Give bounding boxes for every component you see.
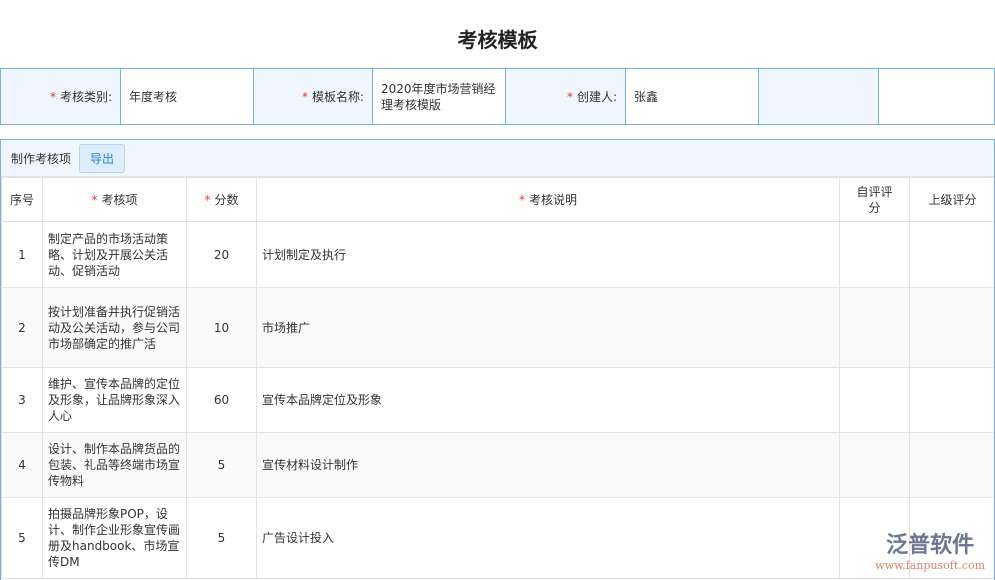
- row-score: 5: [186, 432, 257, 498]
- panel-toolbar: 制作考核项 导出: [1, 140, 994, 177]
- row-superior-score[interactable]: [909, 432, 994, 498]
- empty-field: [879, 69, 994, 124]
- row-self-score[interactable]: [839, 432, 910, 498]
- row-no: 3: [1, 367, 43, 433]
- logo-url: www.fanpusoft.com: [875, 559, 985, 572]
- creator-field[interactable]: 张鑫: [626, 69, 759, 124]
- row-desc: 广告设计投入: [256, 497, 840, 579]
- col-score: * 分数: [186, 177, 257, 222]
- row-score: 10: [186, 287, 257, 368]
- row-desc: 宣传材料设计制作: [256, 432, 840, 498]
- table-row: 2 按计划准备并执行促销活动及公关活动，参与公司市场部确定的推广活 10 市场推广: [1, 287, 994, 368]
- row-score: 5: [186, 497, 257, 579]
- row-desc: 计划制定及执行: [256, 221, 840, 288]
- template-form: * 考核类别: 年度考核 * 模板名称: 2020年度市场营销经理考核模版 * 创建人…: [0, 68, 995, 125]
- table-row: 1 制定产品的市场活动策略、计划及开展公关活动、促销活动 20 计划制定及执行: [1, 221, 994, 288]
- col-self: 自评评分: [839, 177, 910, 222]
- col-score-text: 分数: [214, 192, 239, 207]
- fanpusoft-logo: 泛普软件 www.fanpusoft.com: [875, 527, 985, 572]
- col-item-text: 考核项: [101, 192, 138, 207]
- table-row: 3 维护、宣传本品牌的定位及形象，让品牌形象深入人心 60 宣传本品牌定位及形象: [1, 367, 994, 433]
- creator-label-text: 创建人:: [576, 89, 617, 104]
- row-no: 5: [1, 497, 43, 579]
- row-item: 制定产品的市场活动策略、计划及开展公关活动、促销活动: [42, 221, 187, 288]
- row-item: 设计、制作本品牌货品的包装、礼品等终端市场宣传物料: [42, 432, 187, 498]
- logo-name: 泛普软件: [886, 533, 975, 558]
- row-score: 60: [186, 367, 257, 433]
- row-item: 按计划准备并执行促销活动及公关活动，参与公司市场部确定的推广活: [42, 287, 187, 368]
- col-superior: 上级评分: [909, 177, 994, 222]
- col-desc: * 考核说明: [256, 177, 840, 222]
- category-label-text: 考核类别:: [59, 89, 112, 104]
- export-button[interactable]: 导出: [79, 143, 126, 173]
- row-self-score[interactable]: [839, 367, 910, 433]
- category-label: * 考核类别:: [1, 69, 121, 124]
- row-score: 20: [186, 221, 257, 288]
- table-row: 5 拍摄品牌形象POP，设计、制作企业形象宣传画册及handbook、市场宣传DM…: [1, 497, 994, 579]
- creator-label: * 创建人:: [506, 69, 626, 124]
- category-field[interactable]: 年度考核: [121, 69, 254, 124]
- name-label-text: 模板名称:: [311, 89, 364, 104]
- row-item: 拍摄品牌形象POP，设计、制作企业形象宣传画册及handbook、市场宣传DM: [42, 497, 187, 579]
- col-no: 序号: [1, 177, 43, 222]
- row-superior-score[interactable]: [909, 287, 994, 368]
- table-row: 4 设计、制作本品牌货品的包装、礼品等终端市场宣传物料 5 宣传材料设计制作: [1, 432, 994, 498]
- page-title: 考核模板: [457, 28, 538, 52]
- row-item: 维护、宣传本品牌的定位及形象，让品牌形象深入人心: [42, 367, 187, 433]
- row-no: 2: [1, 287, 43, 368]
- empty-label: [759, 69, 879, 124]
- row-no: 1: [1, 221, 43, 288]
- row-superior-score[interactable]: [909, 221, 994, 288]
- name-label: * 模板名称:: [254, 69, 373, 124]
- col-item: * 考核项: [42, 177, 187, 222]
- section-label: 制作考核项: [11, 151, 72, 166]
- row-no: 4: [1, 432, 43, 498]
- row-self-score[interactable]: [839, 287, 910, 368]
- row-superior-score[interactable]: [909, 367, 994, 433]
- col-desc-text: 考核说明: [528, 192, 577, 207]
- items-table: 序号 * 考核项 * 分数 * 考核说明 自评评分 上级评分 1 制定产品的市场活动策略…: [1, 177, 994, 579]
- row-desc: 宣传本品牌定位及形象: [256, 367, 840, 433]
- name-field[interactable]: 2020年度市场营销经理考核模版: [373, 69, 506, 124]
- row-self-score[interactable]: [839, 221, 910, 288]
- items-panel: 制作考核项 导出 序号 * 考核项 * 分数 * 考核说明 自评评分 上级评分 1 制定…: [0, 139, 995, 580]
- row-desc: 市场推广: [256, 287, 840, 368]
